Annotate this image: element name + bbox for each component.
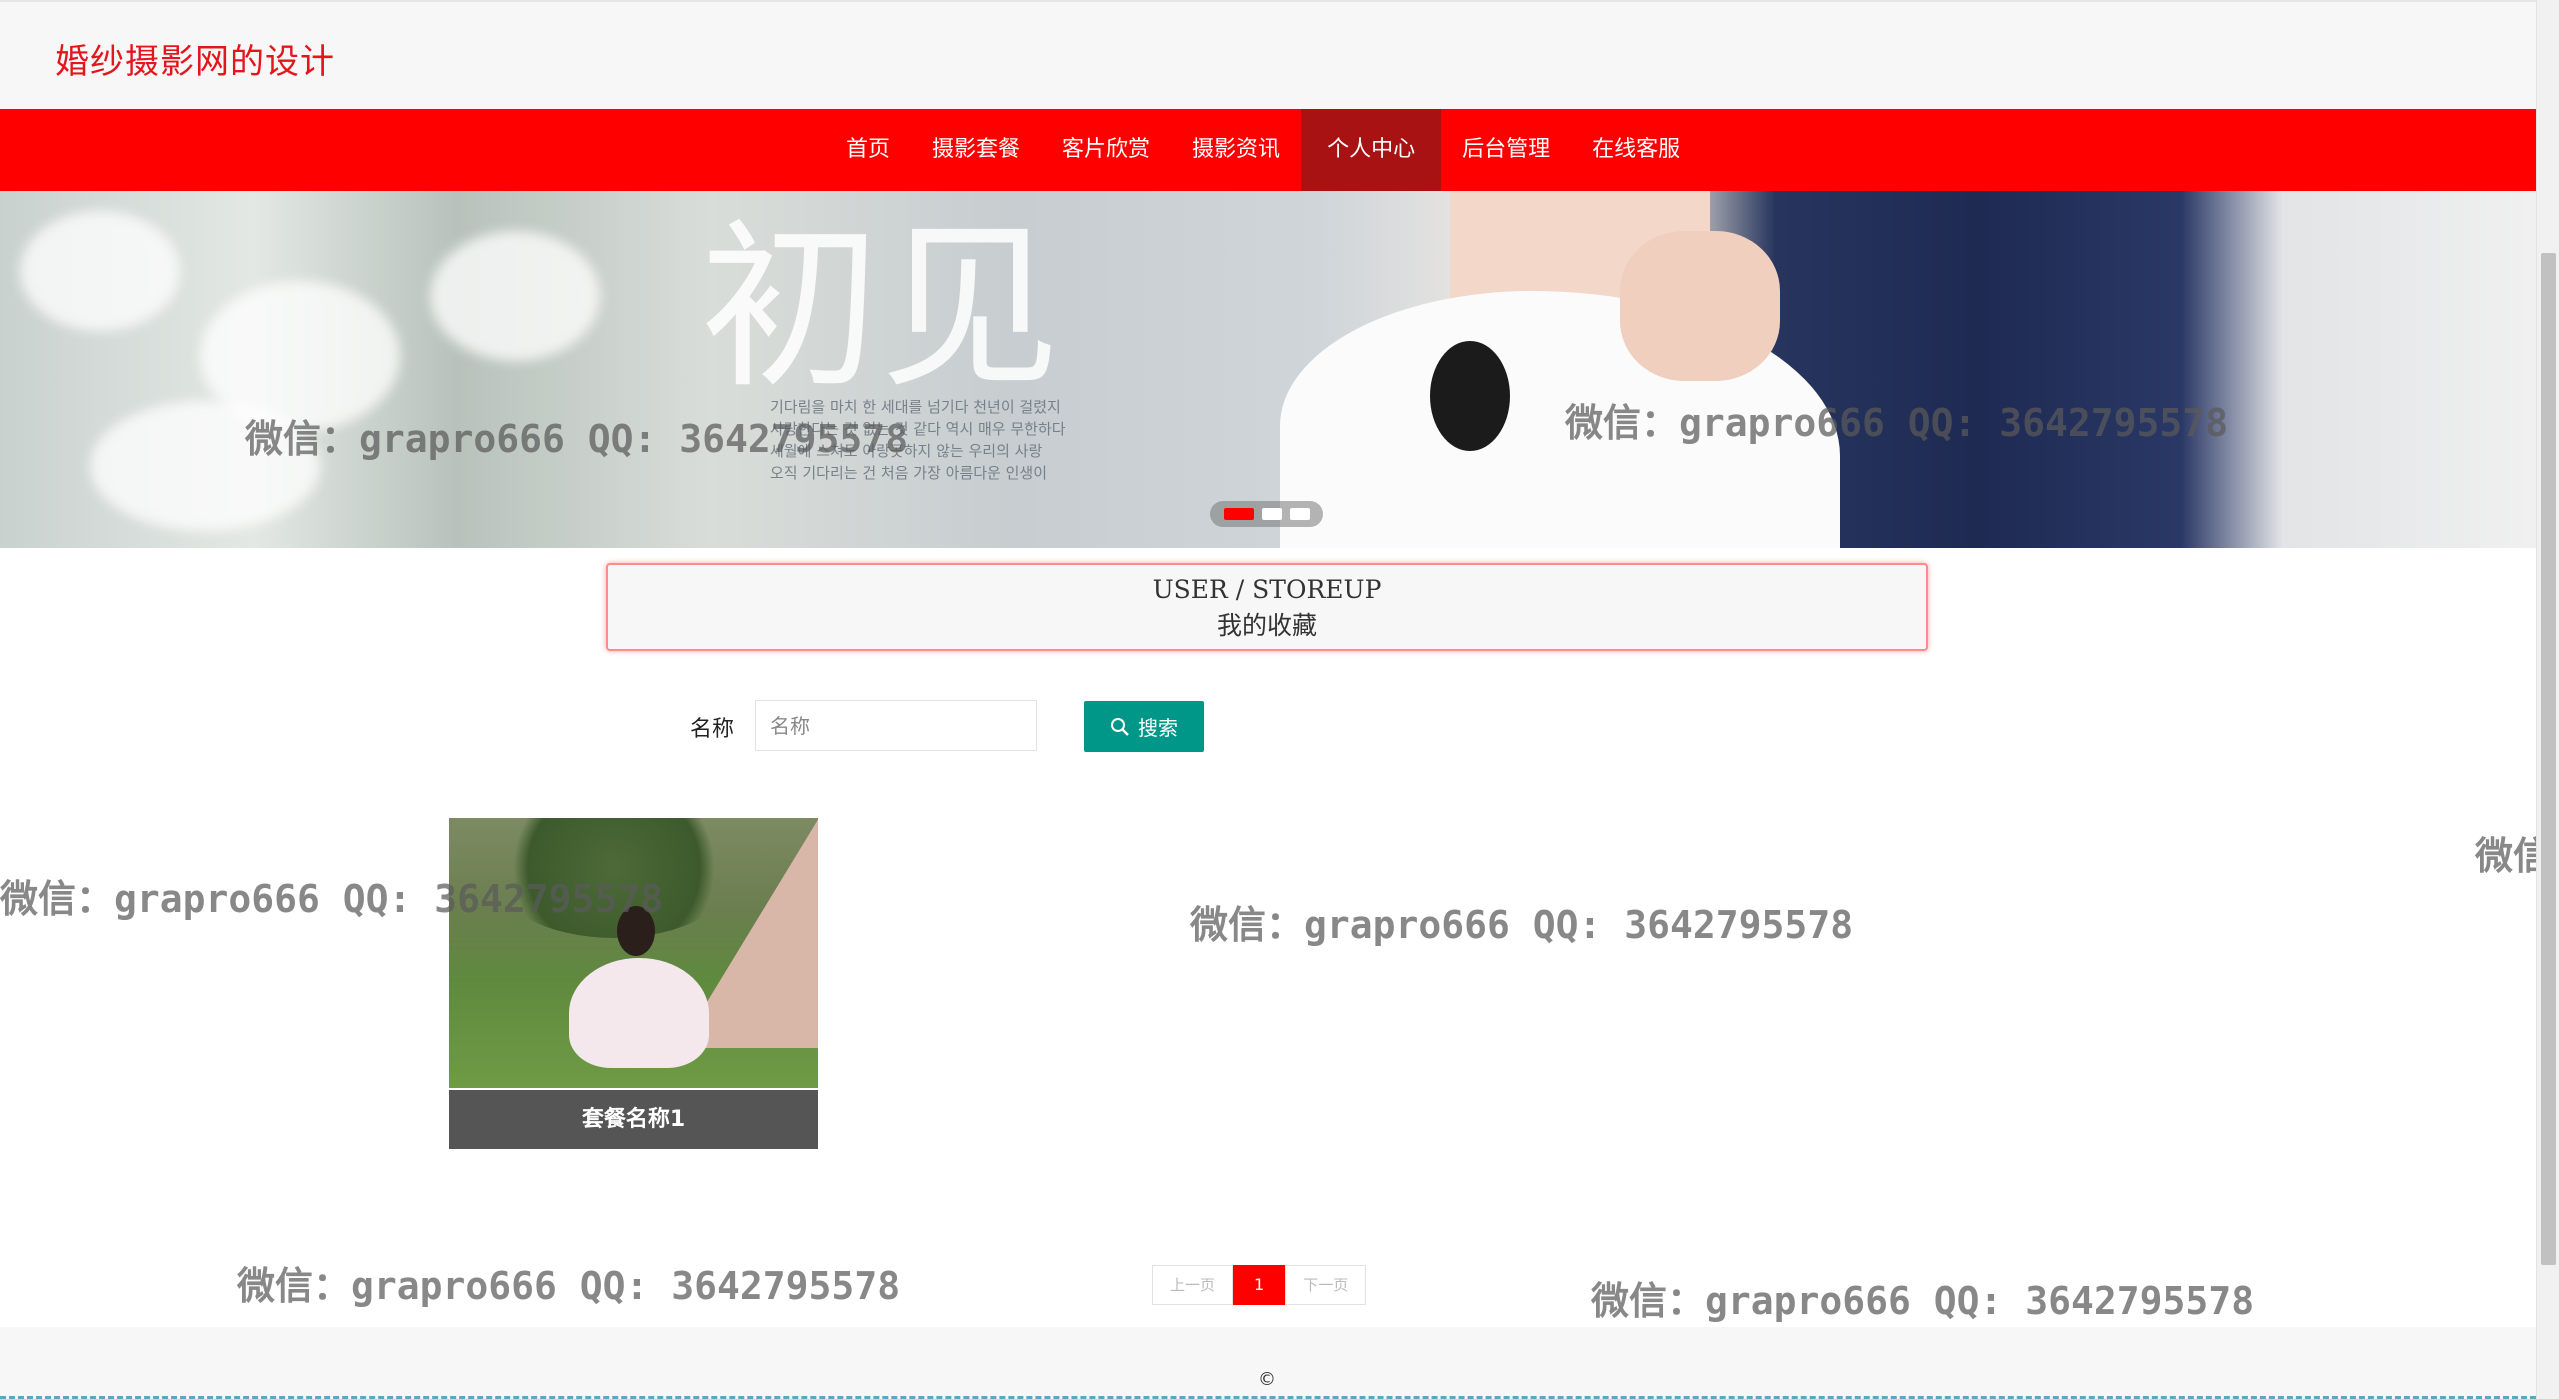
banner-text-line: 오직 기다리는 건 처음 가장 아름다운 인생이 [770, 464, 1048, 482]
next-page-button[interactable]: 下一页 [1285, 1265, 1367, 1305]
banner-figure-hair [1430, 341, 1510, 451]
prev-page-button[interactable]: 上一页 [1152, 1265, 1234, 1305]
copyright-text: © [1258, 1369, 1276, 1390]
thumbnail-dress [569, 958, 709, 1068]
banner-text-line: 세월에 스쳐도 아랑곳하지 않는 우리의 사랑 [770, 442, 1043, 460]
nav-item-client-gallery[interactable]: 客片欣赏 [1041, 109, 1171, 191]
section-title-box: USER / STOREUP 我的收藏 [606, 563, 1928, 651]
blossom-decoration [90, 401, 320, 531]
nav-item-online-service[interactable]: 在线客服 [1571, 109, 1701, 191]
watermark: 微信 [2475, 834, 2536, 878]
watermark: 微信：grapro666 QQ: 3642795578 [237, 1264, 901, 1308]
page: 婚纱摄影网的设计 首页 摄影套餐 客片欣赏 摄影资讯 个人中心 后台管理 在线客… [0, 0, 2536, 1399]
item-name[interactable]: 套餐名称1 [449, 1090, 818, 1149]
section-title-en: USER / STOREUP [1152, 575, 1382, 604]
banner-korean-text: 기다림을 마치 한 세대를 넘기다 천년이 걸렸지 사랑한다는 것 없는 것 같… [770, 396, 1190, 484]
section-title-cn: 我的收藏 [1216, 611, 1317, 640]
nav-item-admin[interactable]: 后台管理 [1441, 109, 1571, 191]
search-icon [1111, 717, 1129, 736]
blossom-decoration [430, 231, 600, 361]
carousel-dot-2[interactable] [1261, 508, 1282, 520]
banner-text-line: 기다림을 마치 한 세대를 넘기다 천년이 걸렸지 [770, 398, 1061, 416]
main-nav: 首页 摄影套餐 客片欣赏 摄影资讯 个人中心 后台管理 在线客服 [0, 109, 2536, 191]
thumbnail-head [617, 906, 655, 956]
blossom-decoration [20, 211, 180, 331]
search-button-label: 搜索 [1138, 716, 1178, 740]
banner-carousel[interactable]: 初见 기다림을 마치 한 세대를 넘기다 천년이 걸렸지 사랑한다는 것 없는 … [0, 191, 2536, 548]
pagination: 上一页 1 下一页 [1152, 1265, 1367, 1305]
banner-text-line: 사랑한다는 것 없는 것 같다 역시 매우 무한하다 [770, 420, 1066, 438]
banner-calligraphy: 初见 [700, 204, 1061, 413]
scrollbar-thumb[interactable] [2541, 253, 2556, 1265]
favorite-item-card[interactable]: 套餐名称1 [449, 818, 818, 1149]
carousel-indicators [1210, 501, 1323, 527]
page-number-current[interactable]: 1 [1233, 1265, 1286, 1305]
banner-figure-hand [1620, 231, 1780, 381]
nav-item-home[interactable]: 首页 [825, 109, 911, 191]
site-title[interactable]: 婚纱摄影网的设计 [55, 34, 335, 83]
watermark: 微信：grapro666 QQ: 3642795578 [1591, 1279, 2255, 1323]
carousel-dot-1[interactable] [1223, 508, 1254, 520]
search-button[interactable]: 搜索 [1084, 701, 1204, 752]
item-thumbnail[interactable] [449, 818, 818, 1088]
watermark: 微信：grapro666 QQ: 3642795578 [1190, 903, 1854, 947]
vertical-scrollbar[interactable] [2536, 0, 2559, 1399]
footer: © [0, 1327, 2536, 1399]
nav-item-user-center[interactable]: 个人中心 [1301, 109, 1442, 191]
nav-item-photo-packages[interactable]: 摄影套餐 [911, 109, 1041, 191]
search-label: 名称 [690, 717, 735, 742]
name-search-input[interactable] [755, 700, 1037, 751]
carousel-dot-3[interactable] [1289, 508, 1310, 520]
nav-menu: 首页 摄影套餐 客片欣赏 摄影资讯 个人中心 后台管理 在线客服 [825, 109, 1701, 191]
nav-item-photo-news[interactable]: 摄影资讯 [1171, 109, 1301, 191]
site-header: 婚纱摄影网的设计 [0, 0, 2536, 109]
